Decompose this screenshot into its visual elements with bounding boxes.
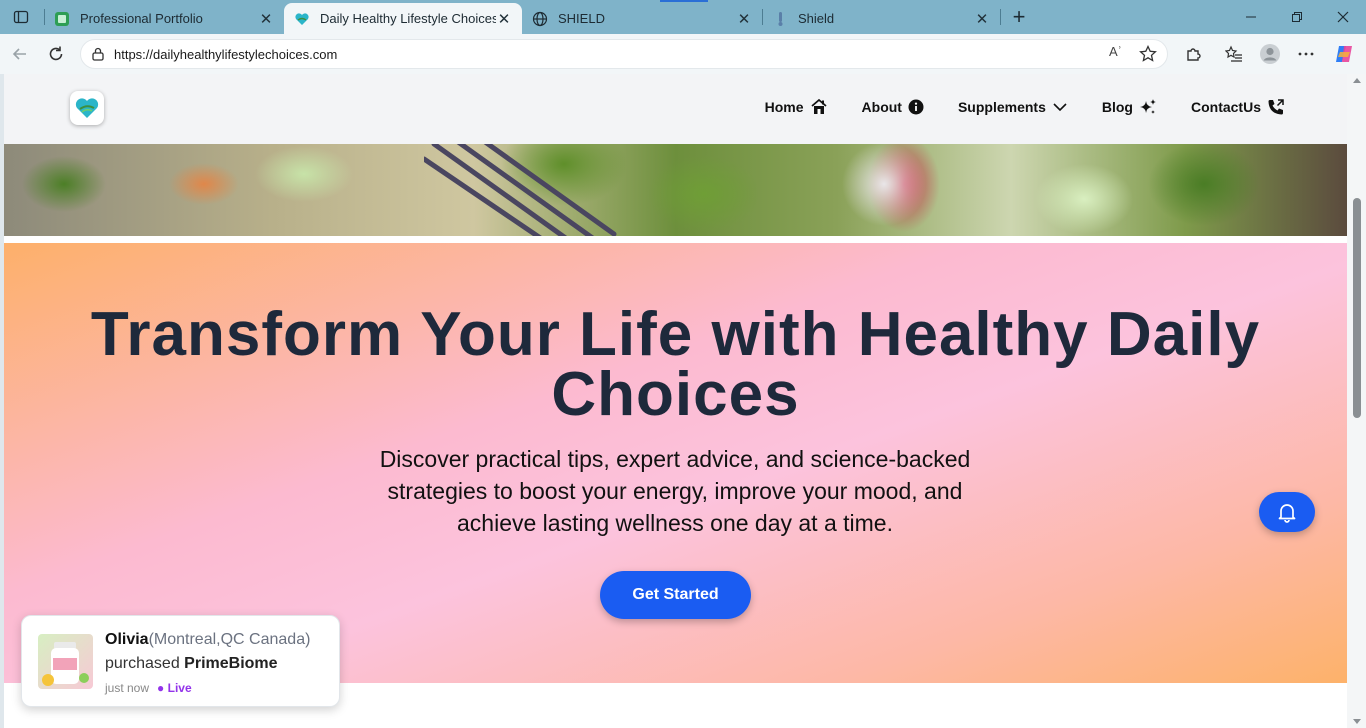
scroll-up-arrow[interactable] <box>1353 78 1361 83</box>
notification-time: just now <box>105 681 150 695</box>
tab-title: SHIELD <box>558 11 605 26</box>
close-tab-icon[interactable]: ✕ <box>258 11 274 28</box>
refresh-icon <box>49 46 63 61</box>
purchase-notification[interactable]: Olivia(Montreal,QC Canada) purchased Pri… <box>21 615 340 707</box>
purchase-line: purchased PrimeBiome <box>105 655 278 673</box>
heart-logo-favicon <box>294 11 310 27</box>
meta-line: just now ● Live <box>105 681 192 695</box>
refresh-button[interactable] <box>42 40 70 68</box>
nav-blog-label: Blog <box>1101 99 1133 115</box>
tab-daily-healthy-lifestyle[interactable]: Daily Healthy Lifestyle Choices ✕ <box>284 3 522 34</box>
scrollbar-thumb[interactable] <box>1353 198 1361 418</box>
buyer-name: Olivia <box>105 631 149 648</box>
close-icon <box>1337 11 1349 23</box>
tab-shield-globe[interactable]: SHIELD ✕ <box>522 3 762 34</box>
buyer-line: Olivia(Montreal,QC Canada) <box>105 631 310 649</box>
heart-logo-icon <box>75 98 99 118</box>
fork-illustration <box>424 144 617 236</box>
restore-button[interactable] <box>1274 0 1320 34</box>
purchase-action: purchased <box>105 655 180 672</box>
tab-loading-indicator <box>660 0 708 2</box>
globe-icon <box>532 11 548 27</box>
scroll-down-arrow[interactable] <box>1353 719 1361 724</box>
puzzle-icon <box>1187 48 1201 61</box>
section-divider <box>4 236 1347 243</box>
extensions-button[interactable] <box>1179 40 1207 68</box>
back-arrow-icon <box>12 48 26 60</box>
tab-title: Shield <box>798 11 835 26</box>
new-tab-button[interactable]: + <box>1006 4 1032 29</box>
close-tab-icon[interactable]: ✕ <box>496 11 512 28</box>
product-image <box>38 634 93 689</box>
close-window-button[interactable] <box>1320 0 1366 34</box>
bell-icon <box>1278 504 1296 523</box>
minimize-icon <box>1246 16 1256 18</box>
nav-home-label: Home <box>764 99 804 115</box>
restore-icon <box>1292 12 1302 22</box>
read-aloud-icon[interactable]: Aʾ <box>1109 44 1129 64</box>
tab-title: Daily Healthy Lifestyle Choices <box>320 11 496 26</box>
page-scrollbar[interactable] <box>1347 74 1366 728</box>
nav-about[interactable]: About <box>862 98 924 116</box>
more-dots-icon <box>1298 52 1314 56</box>
avatar-icon <box>1260 44 1280 64</box>
buyer-location: (Montreal,QC Canada) <box>148 631 311 648</box>
shield-favicon <box>772 11 788 27</box>
page-viewport: Home About Supplements Blog ContactUs Tr… <box>4 74 1347 728</box>
home-icon <box>810 98 827 114</box>
info-icon <box>908 99 924 115</box>
sparkles-icon <box>1139 99 1156 114</box>
copilot-button[interactable] <box>1330 40 1358 68</box>
site-header: Home About Supplements Blog ContactUs <box>4 74 1347 144</box>
settings-more-button[interactable] <box>1292 40 1320 68</box>
nav-home[interactable]: Home <box>765 98 828 116</box>
tab-actions-button[interactable] <box>8 5 34 29</box>
site-info-icon[interactable] <box>90 46 106 62</box>
tab-actions-icon <box>13 10 29 24</box>
hero-title: Transform Your Life with Healthy Daily C… <box>90 300 1261 429</box>
get-started-button[interactable]: Get Started <box>600 571 751 619</box>
nav-contactus[interactable]: ContactUs <box>1191 98 1285 116</box>
browser-toolbar: https://dailyhealthylifestylechoices.com… <box>0 34 1366 74</box>
nav-supplements-label: Supplements <box>957 99 1046 115</box>
tab-separator <box>1000 9 1001 25</box>
copilot-icon <box>1336 46 1352 62</box>
minimize-button[interactable] <box>1228 0 1274 34</box>
notifications-button[interactable] <box>1259 492 1315 532</box>
portfolio-favicon <box>54 11 70 27</box>
address-bar[interactable]: https://dailyhealthylifestylechoices.com… <box>80 39 1168 69</box>
favorites-button[interactable] <box>1220 40 1248 68</box>
url-text[interactable]: https://dailyhealthylifestylechoices.com <box>114 47 337 62</box>
phone-icon <box>1268 99 1284 115</box>
favorite-star-icon[interactable] <box>1138 44 1158 64</box>
nav-about-label: About <box>861 99 902 115</box>
site-logo[interactable] <box>70 91 104 125</box>
nav-supplements[interactable]: Supplements <box>958 98 1068 116</box>
favorites-list-icon <box>1225 45 1242 62</box>
tab-shield[interactable]: Shield ✕ <box>762 3 1000 34</box>
salad-banner-image <box>4 144 1347 236</box>
close-tab-icon[interactable]: ✕ <box>974 11 990 28</box>
tab-title: Professional Portfolio <box>80 11 203 26</box>
main-nav: Home About Supplements Blog ContactUs <box>765 98 1285 116</box>
back-button[interactable] <box>6 40 34 68</box>
browser-tab-strip: Professional Portfolio ✕ Daily Healthy L… <box>0 0 1366 34</box>
nav-blog[interactable]: Blog <box>1102 98 1157 116</box>
profile-button[interactable] <box>1256 40 1284 68</box>
live-badge: ● Live <box>157 681 192 695</box>
hero-subtitle: Discover practical tips, expert advice, … <box>379 446 971 536</box>
close-tab-icon[interactable]: ✕ <box>736 11 752 28</box>
nav-contactus-label: ContactUs <box>1190 99 1261 115</box>
product-name: PrimeBiome <box>184 655 278 672</box>
chevron-down-icon <box>1053 103 1067 112</box>
tab-professional-portfolio[interactable]: Professional Portfolio ✕ <box>44 3 284 34</box>
